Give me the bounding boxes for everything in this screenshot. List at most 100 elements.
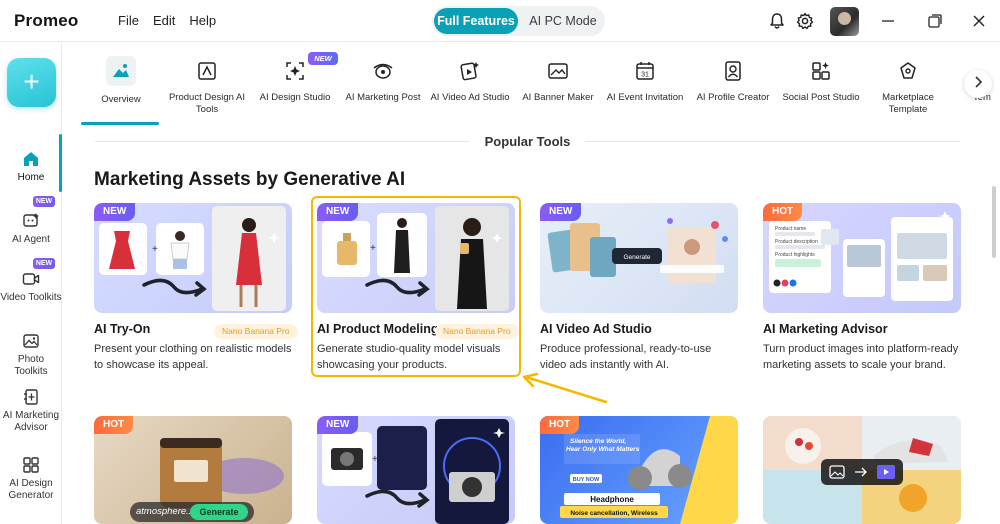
menu-file[interactable]: File [118,13,139,28]
prompt-text: atmosphere... [136,506,195,517]
design-studio-icon [286,62,304,80]
generate-button[interactable]: Generate [190,504,248,520]
grid-icon [23,457,39,473]
svg-text:+: + [152,244,158,255]
ad-headline-1: Silence the World, [570,438,626,445]
new-badge: NEW [540,203,582,221]
highlight-frame [311,196,521,377]
image-icon [829,465,845,479]
tab-marketplace-template[interactable]: Marketplace Template [868,56,948,116]
tab-ai-event-invitation[interactable]: 31 AI Event Invitation [605,56,685,104]
card-thumbnail: + NEW [94,203,292,313]
sidebar-item-ai-design-generator[interactable]: AI Design Generator [0,456,62,502]
new-badge: NEW [317,416,359,434]
full-features-button[interactable]: Full Features [434,8,518,34]
ad-headline-2: Hear Only What Matters [566,446,640,453]
overview-icon [113,64,129,77]
card-thumbnail: HOT atmosphere... Generate [94,416,292,524]
photo-icon [23,334,39,348]
bell-icon[interactable] [767,11,787,31]
tab-label: Overview [101,94,141,105]
social-post-icon [812,62,830,80]
page-heading: Marketing Assets by Generative AI [94,169,406,190]
arrow-right-icon [855,467,867,477]
menu-help[interactable]: Help [189,13,216,28]
tab-ai-marketing-post[interactable]: AI Marketing Post [343,56,423,104]
minimize-icon[interactable] [878,11,898,31]
sidebar-item-home[interactable]: Home [0,150,62,184]
menu-bar: File Edit Help [118,13,216,28]
tab-label: AI Video Ad Studio [430,92,510,103]
tab-overview[interactable]: Overview [81,56,161,106]
sidebar-item-label: AI Marketing Advisor [2,410,60,433]
tab-label: Marketplace Template [882,92,934,115]
prompt-overlay: atmosphere... Generate [130,502,254,522]
card-thumbnail: Generate NEW [540,203,738,313]
card-camera-modeling[interactable]: + NEW [317,416,515,524]
user-avatar[interactable] [830,7,859,36]
ad-product-name: Headphone [590,495,634,504]
tab-label: Social Post Studio [782,92,860,103]
ai-pc-mode-button[interactable]: AI PC Mode [522,8,604,34]
card-ai-try-on[interactable]: + NEW AI Try-On Present your clothing on… [94,203,298,373]
image-to-video-overlay [821,459,903,485]
card-description: Turn product images into platform-ready … [763,343,959,371]
card-headphone-ad[interactable]: Silence the World, Hear Only What Matter… [540,416,738,524]
card-title: AI Video Ad Studio [540,322,652,336]
home-icon [24,152,38,166]
product-design-icon [198,62,216,80]
create-new-button[interactable]: + [7,58,56,107]
video-mock-generate: Generate [623,254,650,261]
tab-ai-profile-creator[interactable]: AI Profile Creator [693,56,773,104]
gear-icon[interactable] [795,11,815,31]
video-film-icon [877,465,895,479]
close-icon[interactable] [969,11,989,31]
tab-label: Product Design AI Tools [168,92,246,115]
sidebar-item-ai-agent[interactable]: AI Agent [0,212,62,246]
card-description: Produce professional, ready-to-use video… [540,343,712,371]
tab-ai-video-ad-studio[interactable]: AI Video Ad Studio [430,56,510,104]
active-tab-indicator [81,122,159,125]
marketing-post-icon [373,63,393,79]
card-thumbnail: Silence the World, Hear Only What Matter… [540,416,738,524]
tab-product-design-ai-tools[interactable]: Product Design AI Tools [167,56,247,116]
svg-text:+: + [372,454,378,465]
main-scrollbar[interactable] [992,186,996,258]
hot-badge: HOT [94,416,134,434]
sidebar-item-label: AI Agent [12,234,50,245]
ad-product-features: Noise cancellation, Wireless [570,510,658,517]
mock-product-description: Product description [775,239,818,245]
marketplace-icon [900,62,916,79]
model-pill: Nano Banana Pro [214,324,298,339]
video-icon [22,273,40,285]
sidebar-item-label: Home [17,172,45,183]
menu-edit[interactable]: Edit [153,13,175,28]
tab-social-post-studio[interactable]: Social Post Studio [781,56,861,104]
card-candle-generator[interactable]: HOT atmosphere... Generate [94,416,292,524]
tab-ai-banner-maker[interactable]: AI Banner Maker [518,56,598,104]
profile-icon [725,61,741,81]
card-image-to-video[interactable] [763,416,961,524]
banner-icon [548,63,568,79]
card-thumbnail [763,416,961,524]
mock-product-name: Product name [775,226,806,232]
video-ad-icon [460,62,479,81]
marketing-advisor-icon [24,389,38,405]
sidebar-item-photo-toolkits[interactable]: Photo Toolkits [0,332,62,378]
card-thumbnail: Product name Product description Product… [763,203,961,313]
mode-toggle: Full Features AI PC Mode [432,6,605,36]
new-badge: NEW [33,196,55,207]
app-logo: Promeo [14,11,79,30]
card-ai-video-ad-studio[interactable]: Generate NEW AI Video Ad Studio Produce … [540,203,738,373]
tab-ai-design-studio[interactable]: AI Design Studio [255,56,335,104]
card-thumbnail: + NEW [317,416,515,524]
tabs-next-button[interactable] [964,70,992,98]
card-title: AI Marketing Advisor [763,322,888,336]
new-badge: NEW [33,258,55,269]
restore-icon[interactable] [925,11,945,31]
sidebar-item-ai-marketing-advisor[interactable]: AI Marketing Advisor [0,388,62,434]
card-ai-marketing-advisor[interactable]: Product name Product description Product… [763,203,961,373]
new-badge: NEW [94,203,136,221]
sidebar-item-video-toolkits[interactable]: Video Toolkits [0,270,62,304]
sidebar-item-label: Video Toolkits [0,292,62,303]
